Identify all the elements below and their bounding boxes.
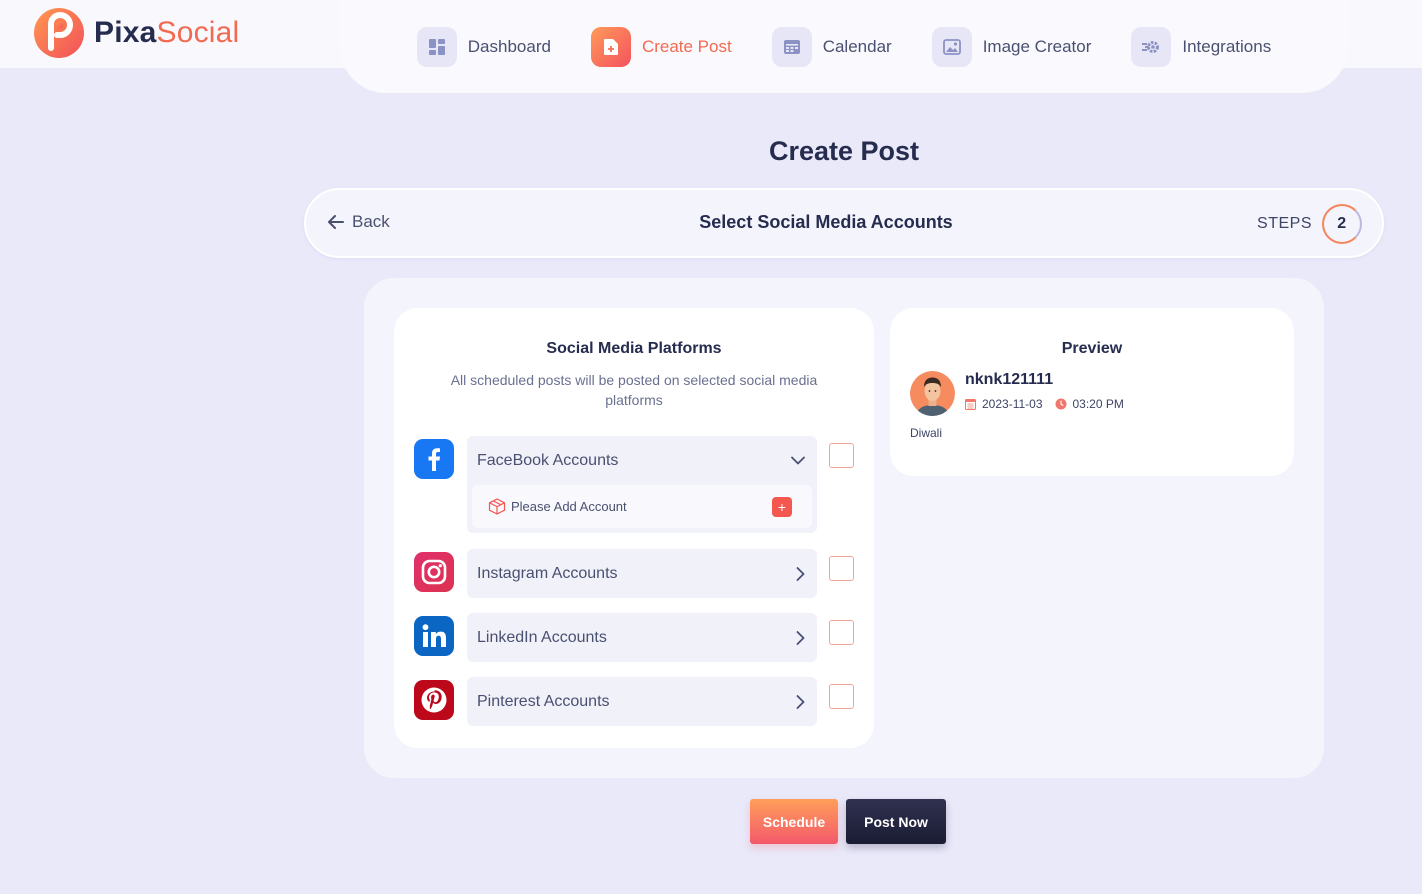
image-icon [931, 26, 972, 67]
chevron-down-icon [791, 456, 805, 465]
preview-title: Preview [1061, 340, 1123, 357]
logo-icon [34, 8, 84, 58]
integrations-icon [1131, 26, 1172, 67]
preview-meta: 2023-11-03 03:20 PM [965, 397, 1124, 411]
facebook-accounts-header[interactable]: FaceBook Accounts [467, 436, 817, 485]
calendar-icon [965, 399, 976, 410]
nav-dashboard-label: Dashboard [467, 36, 551, 56]
facebook-checkbox[interactable] [829, 443, 854, 468]
instagram-accounts-header[interactable]: Instagram Accounts [467, 549, 817, 598]
create-post-icon [590, 26, 631, 67]
linkedin-accounts-header[interactable]: LinkedIn Accounts [467, 613, 817, 662]
chevron-right-icon [796, 566, 805, 581]
nav-image-creator[interactable]: Image Creator [931, 26, 1092, 67]
pinterest-accounts-label: Pinterest Accounts [477, 692, 610, 710]
instagram-accounts-label: Instagram Accounts [477, 564, 618, 582]
main-nav: Dashboard Create Post Calendar Image Cre… [340, 0, 1348, 93]
facebook-icon [414, 439, 454, 479]
platforms-title: Social Media Platforms [546, 340, 722, 357]
preview-caption: Diwali [910, 426, 943, 440]
preview-time: 03:20 PM [1072, 397, 1124, 411]
nav-calendar[interactable]: Calendar [771, 26, 892, 67]
schedule-button[interactable]: Schedule [750, 799, 838, 844]
nav-image-creator-label: Image Creator [982, 36, 1092, 56]
pinterest-icon [414, 680, 454, 720]
add-account-button[interactable]: + [772, 496, 792, 517]
linkedin-accounts-accordion: LinkedIn Accounts [467, 613, 817, 662]
nav-create-post[interactable]: Create Post [590, 26, 732, 67]
pinterest-checkbox[interactable] [829, 684, 854, 709]
brand-name: PixaSocial [94, 16, 240, 49]
linkedin-accounts-label: LinkedIn Accounts [477, 628, 607, 646]
nav-integrations-label: Integrations [1182, 36, 1272, 56]
dashboard-icon [416, 26, 457, 67]
chevron-right-icon [796, 630, 805, 645]
step-number: 2 [1322, 204, 1362, 244]
brand-logo[interactable]: PixaSocial [34, 8, 239, 58]
pinterest-accounts-header[interactable]: Pinterest Accounts [467, 677, 817, 726]
pinterest-accounts-accordion: Pinterest Accounts [467, 677, 817, 726]
instagram-accounts-accordion: Instagram Accounts [467, 549, 817, 598]
nav-dashboard[interactable]: Dashboard [416, 26, 551, 67]
preview-card: Preview nknk121111 2023-11-03 03:20 PM D… [890, 308, 1294, 476]
please-add-account-text: Please Add Account [511, 499, 627, 514]
nav-integrations[interactable]: Integrations [1131, 26, 1272, 67]
post-now-button[interactable]: Post Now [846, 799, 946, 844]
chevron-right-icon [796, 694, 805, 709]
preview-username: nknk121111 [965, 371, 1054, 388]
steps-indicator: STEPS 2 [1257, 204, 1362, 244]
instagram-checkbox[interactable] [829, 556, 854, 581]
linkedin-icon [414, 616, 454, 656]
avatar [910, 371, 955, 416]
steps-label: STEPS [1257, 215, 1312, 232]
step-title: Select Social Media Accounts [699, 212, 953, 232]
facebook-empty-row: Please Add Account + [472, 485, 812, 528]
clock-icon [1055, 398, 1066, 410]
preview-date: 2023-11-03 [982, 397, 1043, 411]
nav-create-post-label: Create Post [641, 36, 732, 56]
facebook-accounts-label: FaceBook Accounts [477, 451, 619, 469]
platforms-subtitle: All scheduled posts will be posted on se… [450, 372, 818, 408]
nav-calendar-label: Calendar [822, 36, 892, 56]
facebook-accounts-accordion: FaceBook Accounts Please Add Account + [467, 436, 817, 533]
step-bar: Back Select Social Media Accounts STEPS … [304, 188, 1384, 258]
page-title: Create Post [768, 136, 920, 166]
instagram-icon [414, 552, 454, 592]
box-icon [488, 498, 506, 515]
calendar-icon [771, 26, 812, 67]
linkedin-checkbox[interactable] [829, 620, 854, 645]
